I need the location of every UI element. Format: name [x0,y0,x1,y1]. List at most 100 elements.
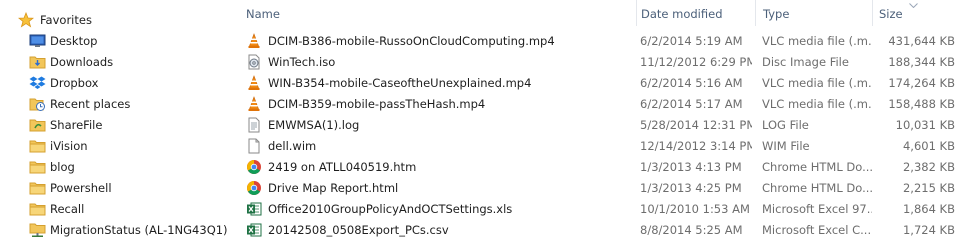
blank-file-icon [246,138,262,154]
file-date-modified: 10/1/2010 1:53 AM [640,202,750,216]
column-header-name-label: Name [246,7,280,21]
sidebar-item-downloads[interactable]: Downloads [0,52,228,73]
column-header-name[interactable]: Name [229,0,636,28]
file-type: Disc Image File [762,55,849,69]
file-name: DCIM-B386-mobile-RussoOnCloudComputing.m… [268,34,555,48]
dropbox-icon [29,75,46,91]
sidebar-item-label: Recall [50,202,85,216]
file-row[interactable]: 2419 on ATLL040519.htm 1/3/2013 4:13 PM Ch… [229,157,962,178]
vlc-icon [246,96,262,112]
file-date-modified: 6/2/2014 5:19 AM [640,34,743,48]
folder-icon [29,201,46,217]
sidebar-item-label: MigrationStatus (AL-1NG43Q1) [50,223,228,237]
file-row[interactable]: Drive Map Report.html 1/3/2013 4:25 PM Chr… [229,178,962,199]
network-folder-icon [29,222,46,238]
folder-icon [29,138,46,154]
file-row[interactable]: dell.wim 12/14/2012 3:14 PM WIM File 4,601 … [229,136,962,157]
file-name: dell.wim [268,139,317,153]
file-row[interactable]: DCIM-B386-mobile-RussoOnCloudComputing.m… [229,31,962,52]
file-row[interactable]: WinTech.iso 11/12/2012 6:29 PM Disc Image … [229,52,962,73]
excel-icon [246,201,262,217]
sidebar-item-migrationstatus-al-1ng43q1[interactable]: MigrationStatus (AL-1NG43Q1) [0,220,228,240]
column-header-size-label: Size [879,7,903,21]
folder-icon [29,180,46,196]
disc-image-icon [246,54,262,70]
file-name: EMWMSA(1).log [268,118,360,132]
sidebar-item-recall[interactable]: Recall [0,199,228,220]
column-header-date[interactable]: Date modified [637,0,755,28]
sidebar-item-label: ShareFile [50,118,103,132]
file-list: DCIM-B386-mobile-RussoOnCloudComputing.m… [229,31,962,240]
file-size: 188,344 KB [888,55,955,69]
sidebar-item-label: Desktop [50,34,98,48]
sidebar-item-label: iVision [50,139,88,153]
file-size: 4,601 KB [902,139,955,153]
file-type: VLC media file (.m... [762,34,872,48]
file-row[interactable]: Office2010GroupPolicyAndOCTSettings.xls 1… [229,199,962,220]
sidebar-item-recent-places[interactable]: Recent places [0,94,228,115]
sidebar-item-label: Dropbox [50,76,99,90]
file-type: Microsoft Excel C... [762,223,872,237]
sidebar-item-powershell[interactable]: Powershell [0,178,228,199]
file-name: 2419 on ATLL040519.htm [268,160,417,174]
file-date-modified: 6/2/2014 5:16 AM [640,76,743,90]
file-row[interactable]: 20142508_0508Export_PCs.csv 8/8/2014 5:25… [229,220,962,240]
file-name: Office2010GroupPolicyAndOCTSettings.xls [268,202,513,216]
column-header-type-label: Type [763,7,790,21]
file-date-modified: 1/3/2013 4:13 PM [640,160,742,174]
sidebar-item-sharefile[interactable]: ShareFile [0,115,228,136]
file-size: 2,382 KB [902,160,955,174]
file-type: Microsoft Excel 97... [762,202,872,216]
favorites-list: Desktop Downloads Dropbox Recent places Shar… [0,31,228,240]
sidebar-item-desktop[interactable]: Desktop [0,31,228,52]
file-type: LOG File [762,118,809,132]
column-header-date-label: Date modified [641,7,723,21]
sort-descending-icon [909,3,918,8]
star-icon [18,12,34,28]
sidebar-item-dropbox[interactable]: Dropbox [0,73,228,94]
column-header-row: Name Date modified Type Size [229,0,962,28]
explorer-window: Favorites Desktop Downloads Dropbox Recent … [0,0,962,240]
column-header-type[interactable]: Type [756,0,872,28]
sharefile-folder-icon [29,117,46,133]
file-row[interactable]: EMWMSA(1).log 5/28/2014 12:31 PM LOG File 1… [229,115,962,136]
chrome-icon [246,159,262,175]
vlc-icon [246,33,262,49]
file-type: WIM File [762,139,810,153]
favorites-label: Favorites [40,13,92,27]
file-size: 10,031 KB [895,118,955,132]
file-name: DCIM-B359-mobile-passTheHash.mp4 [268,97,486,111]
sidebar-item-label: Recent places [50,97,131,111]
file-date-modified: 11/12/2012 6:29 PM [640,55,752,69]
file-name: 20142508_0508Export_PCs.csv [268,223,449,237]
file-size: 2,215 KB [902,181,955,195]
vlc-icon [246,75,262,91]
sidebar-item-ivision[interactable]: iVision [0,136,228,157]
recent-places-icon [29,96,46,112]
file-date-modified: 12/14/2012 3:14 PM [640,139,752,153]
file-type: VLC media file (.m... [762,97,872,111]
favorites-group[interactable]: Favorites [0,10,228,31]
file-row[interactable]: WIN-B354-mobile-CaseoftheUnexplained.mp4… [229,73,962,94]
file-type: VLC media file (.m... [762,76,872,90]
folder-icon [29,159,46,175]
navigation-pane: Favorites Desktop Downloads Dropbox Recent … [0,0,228,240]
file-name: WinTech.iso [268,55,336,69]
file-size: 431,644 KB [888,34,955,48]
file-row[interactable]: DCIM-B359-mobile-passTheHash.mp4 6/2/2014… [229,94,962,115]
file-size: 1,864 KB [902,202,955,216]
sidebar-item-blog[interactable]: blog [0,157,228,178]
file-size: 174,264 KB [888,76,955,90]
text-file-icon [246,117,262,133]
file-size: 158,488 KB [888,97,955,111]
file-type: Chrome HTML Do... [762,181,872,195]
file-date-modified: 1/3/2013 4:25 PM [640,181,742,195]
sidebar-item-label: Downloads [50,55,114,69]
file-size: 1,724 KB [902,223,955,237]
file-date-modified: 6/2/2014 5:17 AM [640,97,743,111]
sidebar-item-label: Powershell [50,181,112,195]
file-date-modified: 5/28/2014 12:31 PM [640,118,752,132]
file-name: Drive Map Report.html [268,181,399,195]
excel-csv-icon [246,222,262,238]
sidebar-item-label: blog [50,160,75,174]
